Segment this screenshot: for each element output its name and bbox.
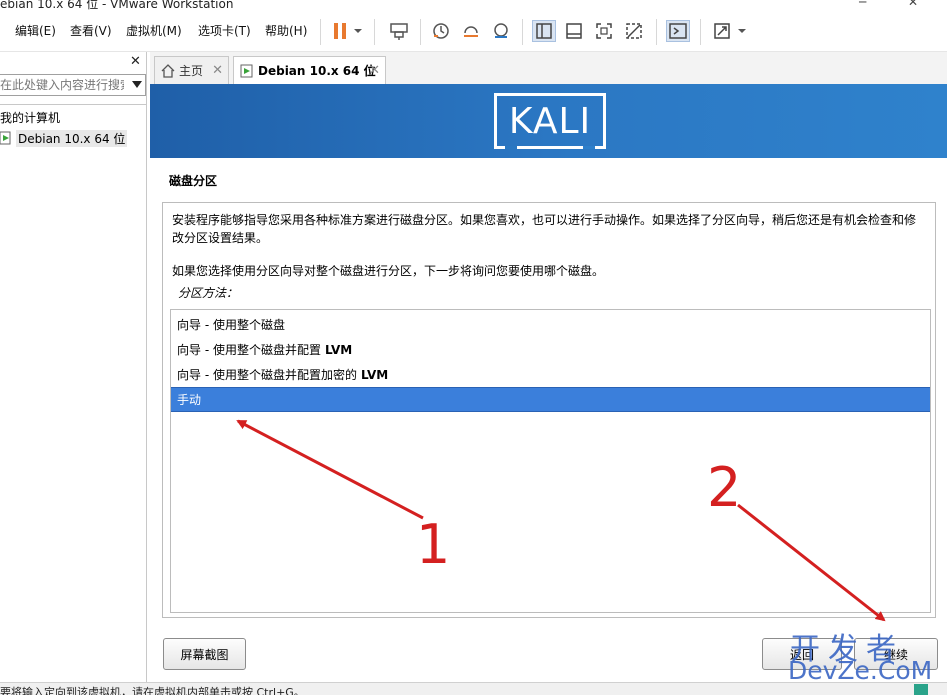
menu-view[interactable]: 查看(V) bbox=[70, 22, 112, 39]
kali-logo: KALI bbox=[494, 93, 606, 149]
page-title: 磁盘分区 bbox=[169, 174, 218, 188]
window-title-bar: ebian 10.x 64 位 - VMware Workstation ─ ✕ bbox=[0, 0, 947, 12]
option-text: 手动 bbox=[177, 393, 202, 407]
stretch-icon[interactable] bbox=[710, 20, 734, 42]
option-text-bold: LVM bbox=[324, 342, 353, 357]
menu-help[interactable]: 帮助(H) bbox=[265, 22, 307, 39]
vm-display[interactable]: KALI 磁盘分区 安装程序能够指导您采用各种标准方案进行磁盘分区。如果您喜欢，… bbox=[150, 84, 947, 682]
option-text: 向导 - 使用整个磁盘 bbox=[177, 318, 285, 332]
pause-icon[interactable] bbox=[328, 20, 352, 42]
revert-snapshot-icon[interactable] bbox=[459, 20, 483, 42]
library-search bbox=[0, 74, 146, 96]
tab-vm-close-icon[interactable]: ✕ bbox=[369, 63, 380, 78]
library-view-icon[interactable] bbox=[532, 20, 556, 42]
installer-content: 安装程序能够指导您采用各种标准方案进行磁盘分区。如果您喜欢，也可以进行手动操作。… bbox=[162, 202, 936, 618]
toolbar-separator bbox=[700, 19, 701, 45]
toolbar-separator bbox=[320, 19, 321, 45]
partition-method-label: 分区方法： bbox=[178, 286, 239, 300]
option-guided-lvm[interactable]: 向导 - 使用整个磁盘并配置 LVM bbox=[171, 337, 930, 362]
vm-running-icon bbox=[0, 131, 11, 145]
full-screen-icon[interactable] bbox=[592, 20, 616, 42]
option-guided-entire-disk[interactable]: 向导 - 使用整个磁盘 bbox=[171, 312, 930, 337]
installer-banner: KALI bbox=[150, 84, 947, 158]
library-search-input[interactable] bbox=[0, 75, 124, 95]
tree-item-vm-label: Debian 10.x 64 位 bbox=[16, 129, 128, 147]
tree-root-my-computer[interactable]: 我的计算机 bbox=[0, 109, 60, 126]
menu-toolbar: 编辑(E) 查看(V) 虚拟机(M) 选项卡(T) 帮助(H) bbox=[0, 12, 947, 52]
partition-method-list[interactable]: 向导 - 使用整个磁盘 向导 - 使用整个磁盘并配置 LVM 向导 - 使用整个… bbox=[170, 309, 931, 613]
menu-vm[interactable]: 虚拟机(M) bbox=[126, 22, 182, 39]
tab-home-close-icon[interactable]: ✕ bbox=[212, 63, 223, 78]
home-icon bbox=[161, 63, 175, 78]
option-text: 向导 - 使用整个磁盘并配置加密的 bbox=[177, 368, 357, 382]
minimize-icon[interactable]: ─ bbox=[859, 0, 866, 9]
toolbar-separator bbox=[374, 19, 375, 45]
tab-home[interactable]: 主页 ✕ bbox=[154, 56, 229, 84]
library-sidebar: ✕ 我的计算机 Debian 10.x 64 位 bbox=[0, 52, 147, 682]
menu-tabs[interactable]: 选项卡(T) bbox=[198, 22, 251, 39]
menu-edit[interactable]: 编辑(E) bbox=[15, 22, 56, 39]
tree-item-vm[interactable]: Debian 10.x 64 位 bbox=[0, 129, 128, 147]
tab-home-label: 主页 bbox=[179, 64, 204, 78]
status-message: 要将输入定向到该虚拟机，请在虚拟机内部单击或按 Ctrl+G。 bbox=[0, 686, 305, 695]
screenshot-button[interactable]: 屏幕截图 bbox=[163, 638, 246, 670]
toolbar-separator bbox=[522, 19, 523, 45]
close-library-icon[interactable]: ✕ bbox=[130, 54, 141, 69]
console-icon[interactable] bbox=[666, 20, 690, 42]
question-text: 如果您选择使用分区向导对整个磁盘进行分区，下一步将询问您要使用哪个磁盘。 bbox=[172, 264, 605, 278]
tab-vm-label: Debian 10.x 64 位 bbox=[258, 64, 376, 78]
window-title: ebian 10.x 64 位 - VMware Workstation bbox=[0, 0, 234, 11]
toolbar-separator bbox=[420, 19, 421, 45]
tab-vm[interactable]: Debian 10.x 64 位 ✕ bbox=[233, 56, 386, 84]
toolbar-separator bbox=[656, 19, 657, 45]
option-text: 向导 - 使用整个磁盘并配置 bbox=[177, 343, 321, 357]
snapshot-manager-icon[interactable] bbox=[489, 20, 513, 42]
thumbnail-view-icon[interactable] bbox=[562, 20, 586, 42]
send-keys-icon[interactable] bbox=[387, 20, 411, 42]
close-window-icon[interactable]: ✕ bbox=[908, 0, 918, 9]
kali-logo-text: KALI bbox=[508, 100, 592, 142]
vm-tab-icon bbox=[240, 64, 253, 77]
annotation-label-2: 2 bbox=[707, 456, 742, 519]
unity-icon[interactable] bbox=[622, 20, 646, 42]
watermark-logo: 开发者 DevZe.CoM bbox=[788, 624, 947, 690]
option-guided-encrypted-lvm[interactable]: 向导 - 使用整个磁盘并配置加密的 LVM bbox=[171, 362, 930, 387]
intro-text: 安装程序能够指导您采用各种标准方案进行磁盘分区。如果您喜欢，也可以进行手动操作。… bbox=[172, 213, 917, 245]
snapshot-icon[interactable] bbox=[429, 20, 453, 42]
watermark-line2: DevZe.CoM bbox=[788, 656, 933, 685]
search-dropdown-icon[interactable] bbox=[132, 81, 142, 88]
annotation-label-1: 1 bbox=[416, 513, 451, 576]
stretch-dropdown-icon[interactable] bbox=[734, 20, 750, 42]
option-manual[interactable]: 手动 bbox=[171, 387, 930, 412]
option-text-bold: LVM bbox=[360, 367, 389, 382]
library-tree: 我的计算机 Debian 10.x 64 位 bbox=[0, 104, 146, 682]
tab-bar: 主页 ✕ Debian 10.x 64 位 ✕ bbox=[150, 52, 947, 84]
pause-dropdown-icon[interactable] bbox=[350, 20, 366, 42]
